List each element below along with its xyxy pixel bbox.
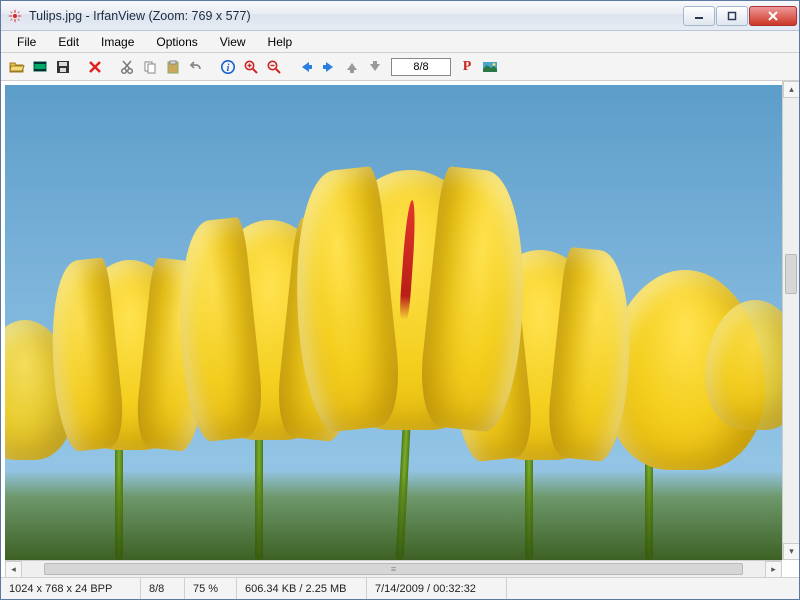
menu-help[interactable]: Help: [258, 33, 303, 51]
cut-button[interactable]: [117, 57, 137, 77]
info-icon: i: [220, 59, 236, 75]
copy-icon: [142, 59, 158, 75]
paste-button[interactable]: [163, 57, 183, 77]
scroll-left-button[interactable]: ◂: [5, 561, 22, 578]
down-arrow-icon: [367, 59, 383, 75]
minimize-button[interactable]: [683, 6, 715, 26]
slideshow-icon: [32, 59, 48, 75]
status-spacer: [507, 578, 799, 599]
image-tulip-main: [315, 170, 505, 430]
about-button[interactable]: [480, 57, 500, 77]
status-index: 8/8: [141, 578, 185, 599]
status-filesize: 606.34 KB / 2.25 MB: [237, 578, 367, 599]
undo-button[interactable]: [186, 57, 206, 77]
horizontal-scrollbar[interactable]: ◂ ≡ ▸: [5, 560, 782, 577]
image-foliage: [5, 470, 782, 560]
prev-button[interactable]: [296, 57, 316, 77]
status-bar: 1024 x 768 x 24 BPP 8/8 75 % 606.34 KB /…: [1, 577, 799, 599]
status-dimensions: 1024 x 768 x 24 BPP: [1, 578, 141, 599]
scroll-thumb[interactable]: ≡: [44, 563, 742, 575]
scroll-thumb[interactable]: [785, 254, 797, 294]
right-arrow-icon: [321, 59, 337, 75]
toolbar: i 8/8 P: [1, 53, 799, 81]
menu-file[interactable]: File: [7, 33, 46, 51]
image-canvas[interactable]: [5, 85, 782, 560]
app-window: Tulips.jpg - IrfanView (Zoom: 769 x 577)…: [0, 0, 800, 600]
window-controls: [683, 6, 797, 26]
menu-edit[interactable]: Edit: [48, 33, 89, 51]
page-counter[interactable]: 8/8: [391, 58, 451, 76]
open-icon: [9, 59, 25, 75]
left-arrow-icon: [298, 59, 314, 75]
scroll-track[interactable]: [783, 98, 799, 543]
window-title: Tulips.jpg - IrfanView (Zoom: 769 x 577): [29, 9, 683, 23]
menu-bar: File Edit Image Options View Help: [1, 31, 799, 53]
copy-button[interactable]: [140, 57, 160, 77]
close-button[interactable]: [749, 6, 797, 26]
image-viewer: ▴ ▾: [1, 81, 799, 560]
print-button[interactable]: P: [457, 57, 477, 77]
maximize-button[interactable]: [716, 6, 748, 26]
save-icon: [55, 59, 71, 75]
cut-icon: [119, 59, 135, 75]
image-red-streak: [399, 200, 417, 320]
print-p-icon: P: [463, 59, 472, 75]
next-button[interactable]: [319, 57, 339, 77]
slideshow-button[interactable]: [30, 57, 50, 77]
zoom-in-icon: [243, 59, 259, 75]
menu-view[interactable]: View: [210, 33, 256, 51]
up-arrow-icon: [344, 59, 360, 75]
scroll-down-button[interactable]: ▾: [783, 543, 799, 560]
last-button[interactable]: [365, 57, 385, 77]
content-area: ▴ ▾ ◂ ≡ ▸: [1, 81, 799, 577]
image-tulip: [65, 260, 195, 450]
delete-button[interactable]: [85, 57, 105, 77]
vertical-scrollbar[interactable]: ▴ ▾: [782, 81, 799, 560]
scroll-right-button[interactable]: ▸: [765, 561, 782, 578]
svg-text:i: i: [227, 63, 230, 74]
paste-icon: [165, 59, 181, 75]
scroll-track[interactable]: ≡: [22, 561, 765, 577]
scroll-up-button[interactable]: ▴: [783, 81, 799, 98]
status-zoom: 75 %: [185, 578, 237, 599]
status-datetime: 7/14/2009 / 00:32:32: [367, 578, 507, 599]
delete-icon: [87, 59, 103, 75]
first-button[interactable]: [342, 57, 362, 77]
app-icon: [7, 8, 23, 24]
zoom-in-button[interactable]: [241, 57, 261, 77]
zoom-out-icon: [266, 59, 282, 75]
save-button[interactable]: [53, 57, 73, 77]
about-picture-icon: [482, 59, 498, 75]
menu-image[interactable]: Image: [91, 33, 144, 51]
open-button[interactable]: [7, 57, 27, 77]
info-button[interactable]: i: [218, 57, 238, 77]
menu-options[interactable]: Options: [146, 33, 207, 51]
title-bar[interactable]: Tulips.jpg - IrfanView (Zoom: 769 x 577): [1, 1, 799, 31]
zoom-out-button[interactable]: [264, 57, 284, 77]
undo-icon: [188, 59, 204, 75]
